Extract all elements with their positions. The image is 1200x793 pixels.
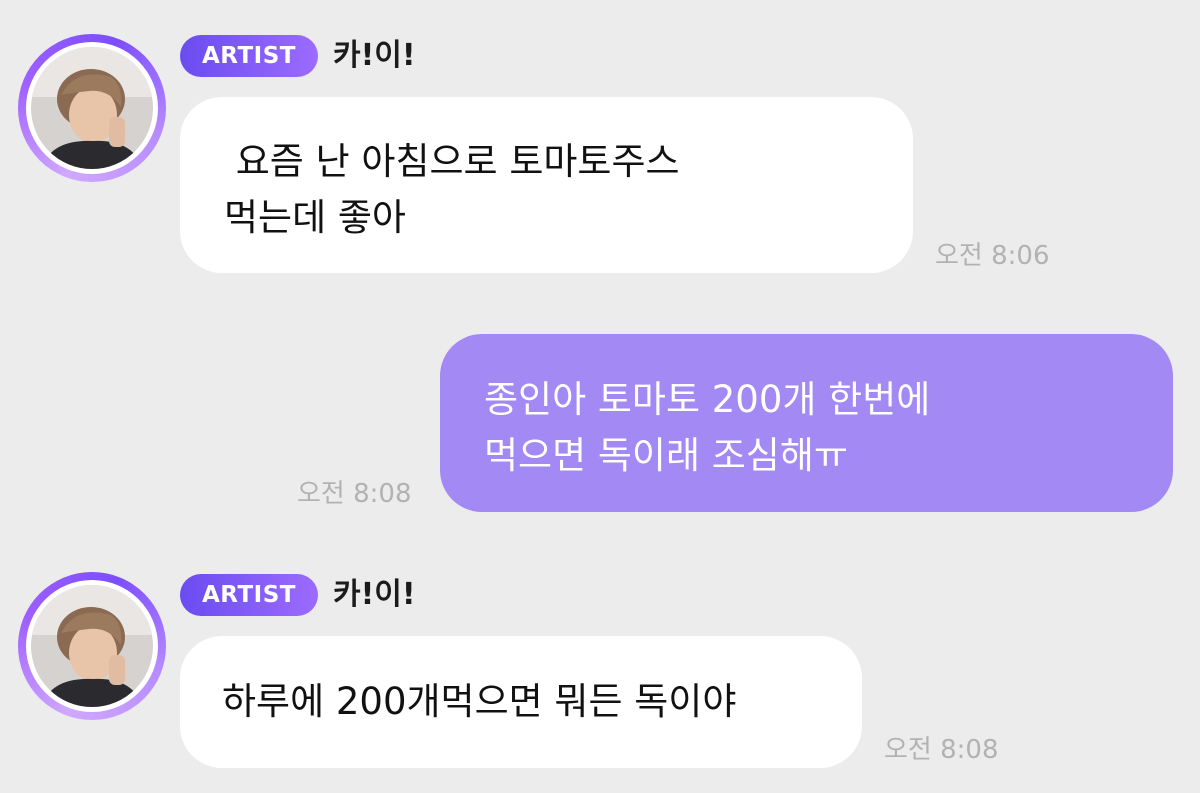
message-timestamp: 오전 8:08 [884,735,999,765]
artist-name: 카!이! [333,38,416,73]
avatar-photo [31,585,153,707]
artist-badge: ARTIST [180,574,318,616]
artist-avatar[interactable] [18,34,166,182]
outgoing-message-bubble[interactable]: 종인아 토마토 200개 한번에 먹으면 독이래 조심해ㅠ [440,334,1173,512]
avatar-photo [31,47,153,169]
artist-badge: ARTIST [180,35,318,77]
artist-avatar[interactable] [18,572,166,720]
incoming-message-bubble[interactable]: 하루에 200개먹으면 뭐든 독이야 [180,636,862,768]
incoming-message-bubble[interactable]: 요즘 난 아침으로 토마토주스 먹는데 좋아 [180,97,913,273]
message-timestamp: 오전 8:08 [297,479,412,509]
artist-name: 카!이! [333,577,416,612]
message-timestamp: 오전 8:06 [935,241,1050,271]
